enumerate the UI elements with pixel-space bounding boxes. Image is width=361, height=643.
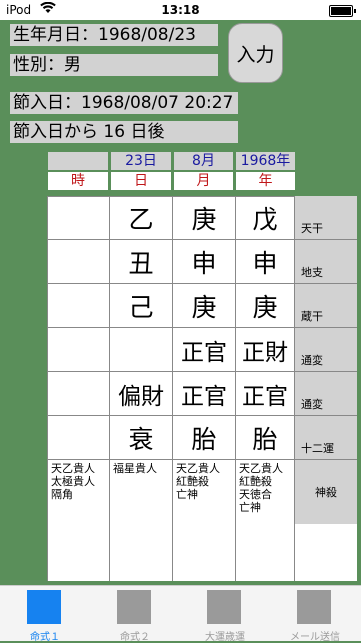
row-label: 蔵干 — [295, 284, 357, 328]
god-item: 天乙貴人 — [239, 462, 283, 475]
row-label: 通変 — [295, 372, 357, 416]
row-label: 通変 — [295, 328, 357, 372]
table-cell — [47, 328, 110, 372]
god-item: 亡神 — [239, 501, 261, 514]
table-cell: 衰 — [110, 416, 173, 460]
gods-cell: 天乙貴人 太極貴人 隔角 — [47, 460, 110, 581]
header-year: 1968年 — [236, 152, 295, 170]
table-cell: 申 — [236, 240, 295, 284]
table-cell: 乙 — [110, 196, 173, 240]
tab-icon — [297, 590, 331, 624]
setsu-date-field: 節入日：1968/08/07 20:27 — [10, 92, 238, 114]
god-item: 亡神 — [176, 488, 198, 501]
tab-daiun-saiun[interactable]: 大運歳運 — [185, 590, 265, 643]
label-year: 年 — [236, 172, 295, 190]
gods-cell: 天乙貴人 紅艶殺 亡神 — [173, 460, 236, 581]
table-cell: 正財 — [236, 328, 295, 372]
god-item: 天乙貴人 — [51, 462, 95, 475]
days-after-field: 節入日から 16 日後 — [10, 121, 238, 143]
tab-label: 大運歳運 — [205, 632, 245, 643]
table-cell: 申 — [173, 240, 236, 284]
god-item: 隔角 — [51, 488, 73, 501]
row-label: 地支 — [295, 240, 357, 284]
table-cell: 丑 — [110, 240, 173, 284]
tab-meishiki-1[interactable]: 命式１ — [5, 590, 85, 643]
label-day: 日 — [111, 172, 171, 190]
god-item: 紅艶殺 — [176, 475, 209, 488]
table-cell: 正官 — [173, 328, 236, 372]
table-cell — [47, 416, 110, 460]
table-cell: 己 — [110, 284, 173, 328]
table-cell — [47, 196, 110, 240]
god-item: 紅艶殺 — [239, 475, 272, 488]
meishiki-table: 乙庚戊天干丑申申地支己庚庚蔵干 正官 正財 通変 偏財 正官 正官 通変衰胎胎十二運 天乙貴人太… — [47, 196, 357, 581]
table-cell: 正官 — [173, 372, 236, 416]
tab-bar: 命式１ 命式２ 大運歳運 メール送信 — [0, 585, 361, 643]
row-label: 十二運 — [295, 416, 357, 460]
gods-label: 神殺 — [295, 460, 357, 524]
table-cell: 偏財 — [110, 372, 173, 416]
table-cell — [47, 240, 110, 284]
table-cell: 胎 — [236, 416, 295, 460]
gods-cell: 福星貴人 — [110, 460, 173, 581]
input-button[interactable]: 入力 — [228, 23, 283, 83]
header-hour — [48, 152, 108, 170]
battery-icon — [329, 5, 356, 17]
table-cell: 庚 — [173, 284, 236, 328]
table-cell: 戊 — [236, 196, 295, 240]
tab-label: 命式２ — [120, 632, 150, 643]
tab-icon — [207, 590, 241, 624]
table-cell: 正官 — [236, 372, 295, 416]
label-month: 月 — [174, 172, 233, 190]
header-day: 23日 — [111, 152, 171, 170]
birth-date-field: 生年月日：1968/08/23 — [10, 24, 218, 46]
tab-label: メール送信 — [290, 632, 340, 643]
table-cell — [47, 372, 110, 416]
header-month: 8月 — [174, 152, 233, 170]
tab-icon — [117, 590, 151, 624]
god-item: 天徳合 — [239, 488, 272, 501]
tab-icon — [27, 590, 61, 624]
table-cell — [47, 284, 110, 328]
table-cell: 庚 — [173, 196, 236, 240]
table-cell: 庚 — [236, 284, 295, 328]
god-item: 福星貴人 — [113, 462, 157, 475]
label-hour: 時 — [48, 172, 108, 190]
status-bar: iPod 13:18 — [0, 0, 361, 20]
god-item: 天乙貴人 — [176, 462, 220, 475]
table-cell: 胎 — [173, 416, 236, 460]
tab-mail-send[interactable]: メール送信 — [275, 590, 355, 643]
clock: 13:18 — [161, 3, 200, 17]
row-label: 天干 — [295, 196, 357, 240]
gods-cell: 天乙貴人 紅艶殺 天徳合 亡神 — [236, 460, 295, 581]
tab-meishiki-2[interactable]: 命式２ — [95, 590, 175, 643]
god-item: 太極貴人 — [51, 475, 95, 488]
table-cell — [110, 328, 173, 372]
gender-field: 性別：男 — [10, 54, 218, 76]
tab-label: 命式１ — [30, 632, 60, 643]
